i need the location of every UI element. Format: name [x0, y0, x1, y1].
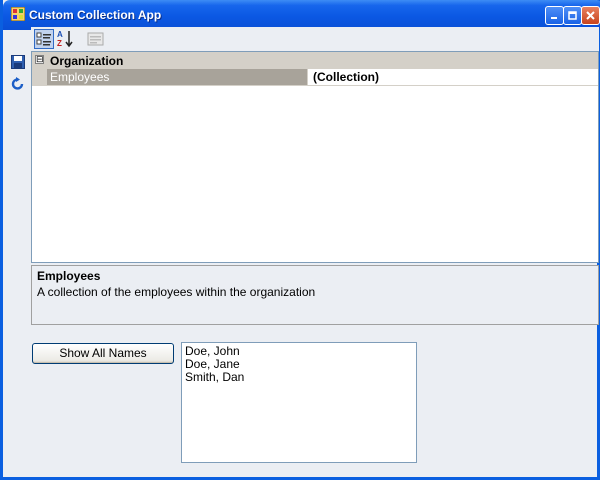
property-pages-button[interactable]	[86, 29, 106, 49]
categorized-button[interactable]	[34, 29, 54, 49]
category-label: Organization	[50, 54, 124, 68]
maximize-icon	[568, 11, 577, 20]
list-item[interactable]: Smith, Dan	[185, 371, 413, 384]
help-title: Employees	[37, 269, 101, 283]
window-title: Custom Collection App	[29, 8, 162, 22]
app-icon	[11, 7, 25, 21]
app-window: Custom Collection App A Z ⊟ Organization…	[0, 0, 600, 480]
collapse-toggle-icon[interactable]: ⊟	[35, 55, 44, 64]
property-grid-toolbar: A Z	[31, 27, 599, 51]
maximize-button[interactable]	[563, 6, 582, 25]
property-pages-icon	[87, 32, 104, 46]
categorized-icon	[36, 32, 51, 46]
minimize-button[interactable]	[545, 6, 564, 25]
title-bar[interactable]: Custom Collection App	[3, 0, 600, 30]
column-divider[interactable]	[307, 69, 308, 85]
close-button[interactable]	[581, 6, 600, 25]
refresh-icon[interactable]	[11, 77, 25, 91]
property-grid[interactable]: ⊟ Organization Employees (Collection)	[31, 51, 599, 263]
svg-text:A: A	[57, 30, 63, 39]
help-panel: Employees A collection of the employees …	[31, 265, 599, 325]
alphabetical-icon: A Z	[57, 30, 73, 48]
property-name-cell[interactable]: Employees	[47, 69, 307, 85]
side-toolbar	[6, 30, 28, 326]
names-listbox[interactable]: Doe, John Doe, Jane Smith, Dan	[181, 342, 417, 463]
property-row-employees[interactable]: Employees (Collection)	[32, 69, 598, 86]
property-value[interactable]: (Collection)	[313, 70, 379, 84]
minimize-icon	[551, 17, 557, 19]
save-icon[interactable]	[11, 55, 25, 69]
show-all-names-button[interactable]: Show All Names	[32, 343, 174, 364]
svg-text:Z: Z	[57, 39, 62, 48]
category-row-organization[interactable]: ⊟ Organization	[32, 52, 598, 69]
close-icon	[586, 11, 595, 20]
alphabetical-button[interactable]: A Z	[56, 29, 76, 49]
property-name: Employees	[50, 70, 110, 84]
help-description: A collection of the employees within the…	[37, 285, 316, 299]
property-gutter	[32, 69, 47, 86]
